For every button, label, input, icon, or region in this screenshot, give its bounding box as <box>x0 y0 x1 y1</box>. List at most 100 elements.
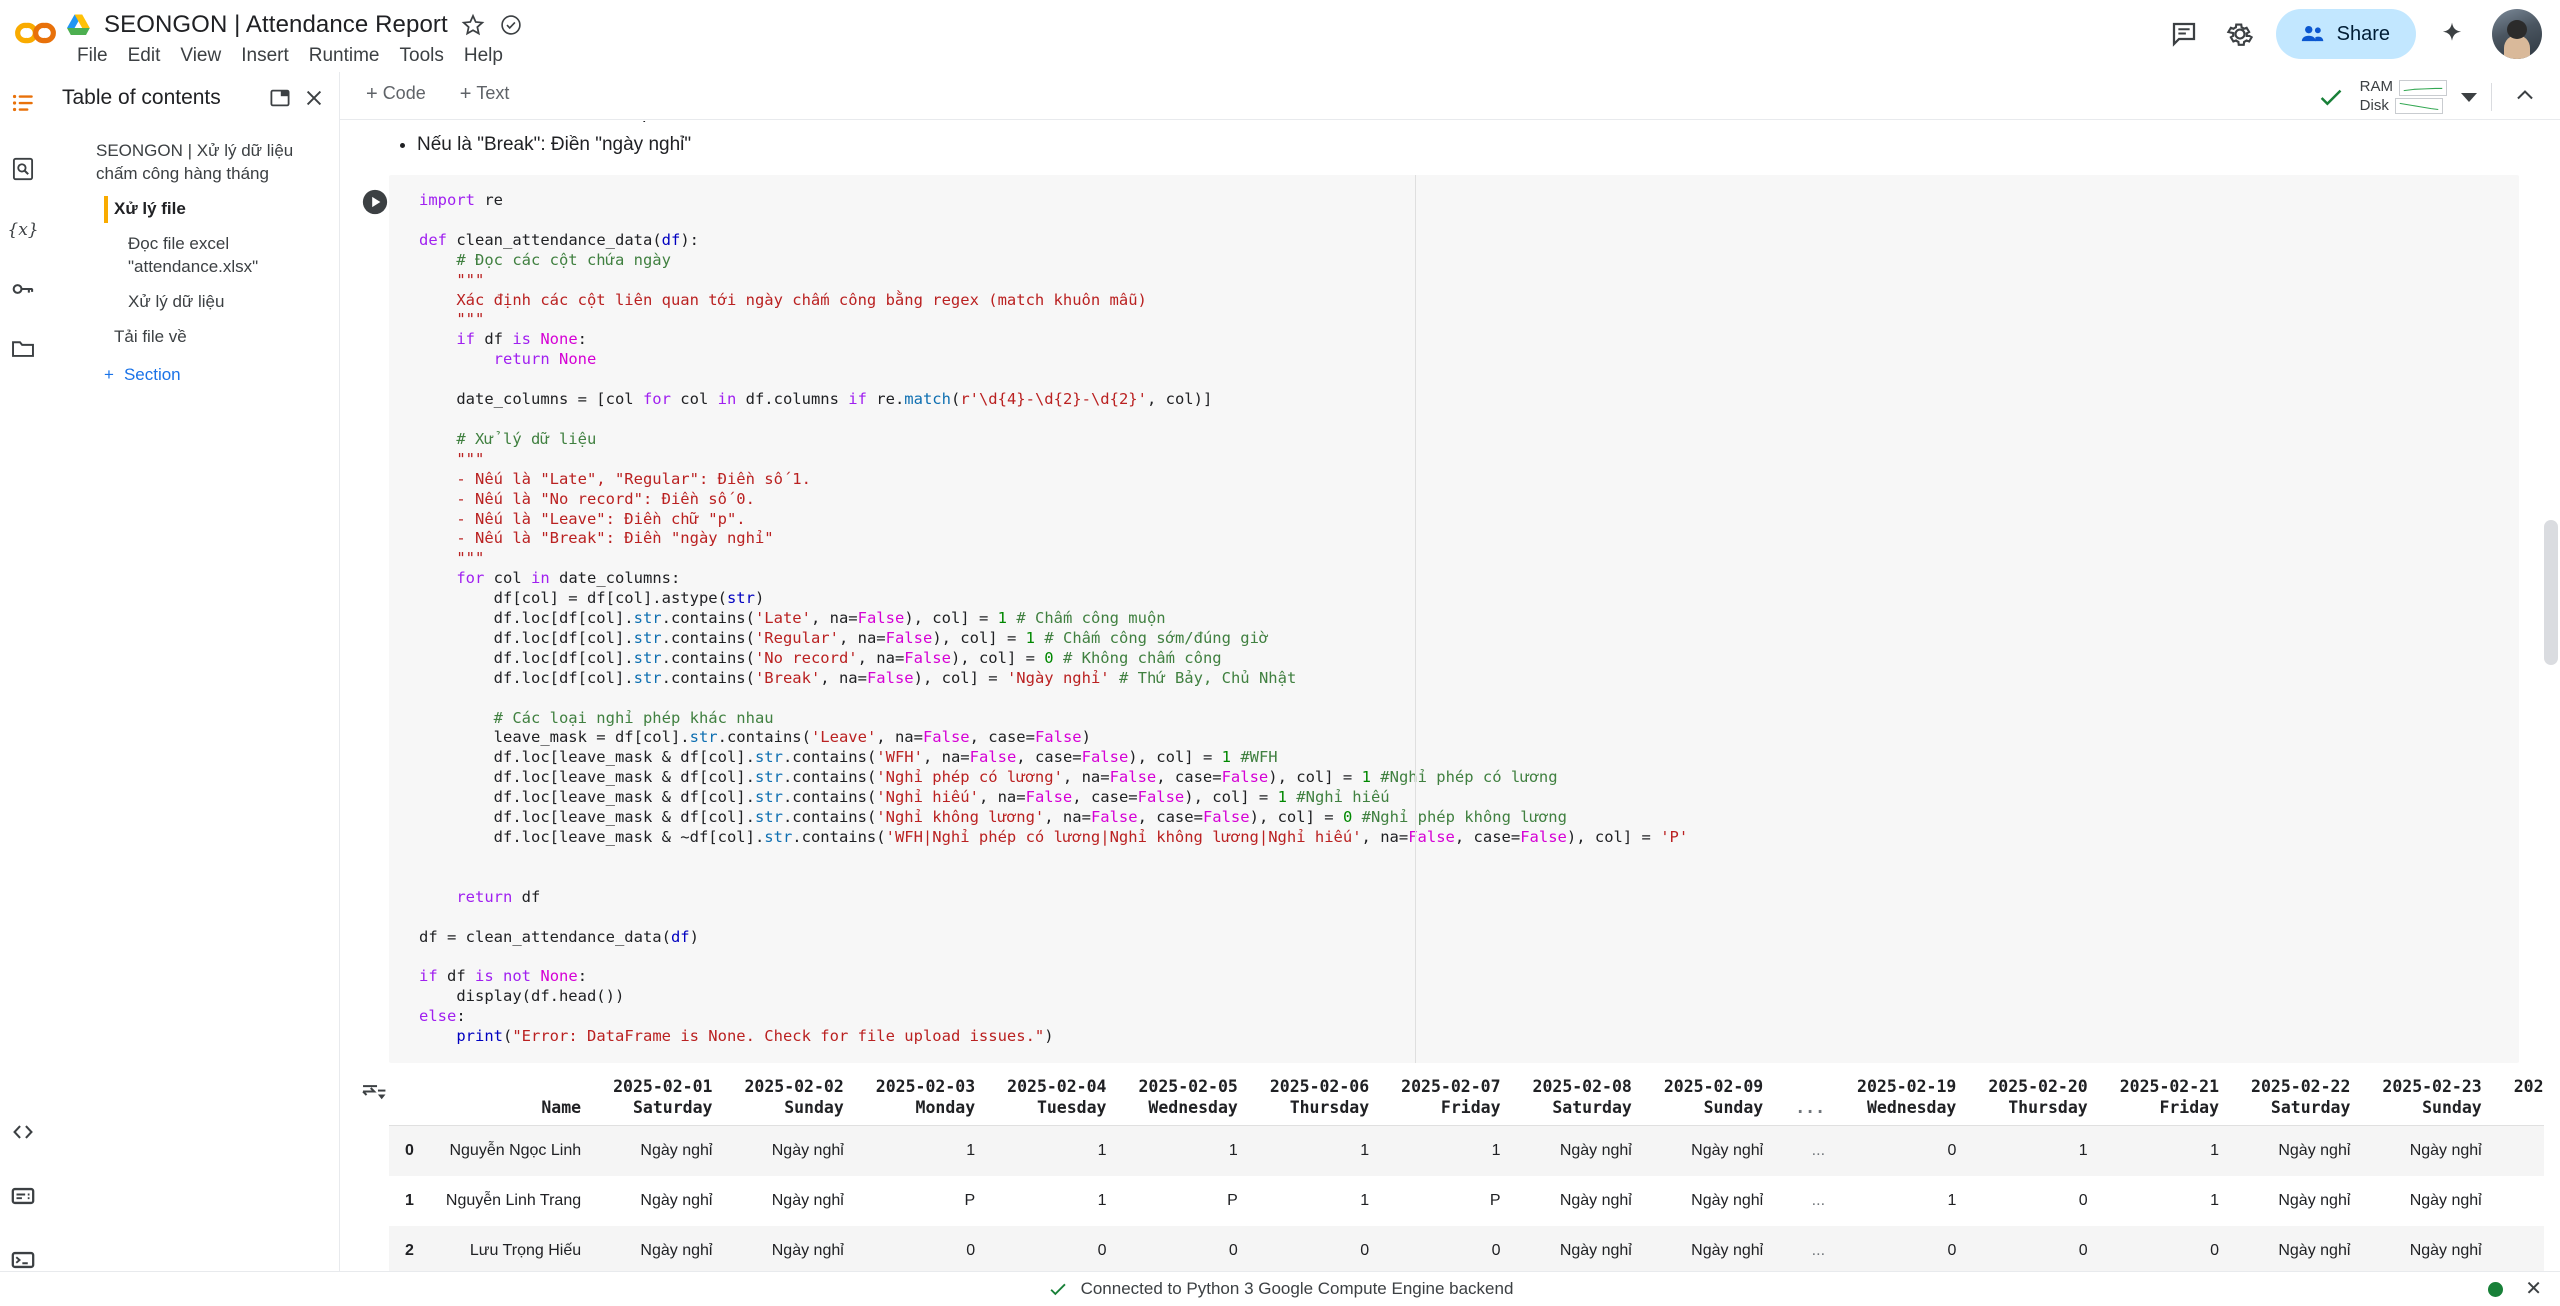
table-cell: P <box>1385 1176 1516 1226</box>
gemini-button[interactable] <box>2426 8 2478 60</box>
table-cell: P <box>860 1176 991 1226</box>
toc-list: SEONGON | Xử lý dữ liệu chấm công hàng t… <box>46 124 339 385</box>
cloud-saved-icon[interactable] <box>498 12 524 38</box>
table-cell: 0 <box>1841 1226 1972 1276</box>
sidebar-item-secrets[interactable] <box>2 268 44 310</box>
variables-icon: {x} <box>9 216 37 242</box>
table-of-contents-panel: Table of contents SEONGON | Xử lý dữ liệ… <box>46 72 340 1305</box>
toc-item-doc-file-excel[interactable]: Đọc file excel "attendance.xlsx" <box>46 227 339 285</box>
table-cell: 1 <box>991 1176 1122 1226</box>
collapse-toolbar-button[interactable] <box>2506 76 2544 119</box>
run-cell-icon <box>361 188 389 216</box>
menu-runtime[interactable]: Runtime <box>300 42 389 70</box>
ram-label: RAM <box>2360 78 2393 97</box>
table-cell: ... <box>1779 1126 1841 1176</box>
svg-text:{x}: {x} <box>9 220 37 240</box>
menu-view[interactable]: View <box>171 42 230 70</box>
table-cell: Ngày nghỉ <box>597 1226 728 1276</box>
top-bar: SEONGON | Attendance Report File Edit Vi… <box>0 0 2560 72</box>
menu-tools[interactable]: Tools <box>391 42 453 70</box>
table-cell: Ngày nghỉ <box>1648 1176 1779 1226</box>
sidebar-item-variables[interactable]: {x} <box>2 208 44 250</box>
command-palette-icon <box>10 1183 36 1209</box>
menu-help[interactable]: Help <box>455 42 512 70</box>
table-cell: 1 <box>1385 1126 1516 1176</box>
table-cell: 1 <box>1841 1176 1972 1226</box>
sidebar-item-code-snippets[interactable] <box>2 1111 44 1153</box>
star-icon[interactable] <box>460 12 486 38</box>
table-header-cell: Name <box>430 1077 597 1126</box>
notebook-content: Nếu là "Leave": Điền chữ "p". Nếu là "Br… <box>341 121 2560 1281</box>
close-icon[interactable]: ✕ <box>2525 1279 2542 1299</box>
table-cell: 0 <box>2104 1226 2235 1276</box>
connection-status[interactable]: Connected to Python 3 Google Compute Eng… <box>1047 1278 1514 1300</box>
table-header-cell: 2025-02-06Thursday <box>1254 1077 1385 1126</box>
menu-file[interactable]: File <box>68 42 117 70</box>
ram-disk-indicator[interactable]: RAM Disk <box>2360 78 2447 116</box>
sidebar-item-command-palette[interactable] <box>2 1175 44 1217</box>
cell-output: Name2025-02-01Saturday2025-02-02Sunday20… <box>389 1077 2560 1281</box>
table-header-cell: 2025-02-23Sunday <box>2366 1077 2497 1126</box>
comment-button[interactable] <box>2158 8 2210 60</box>
vertical-scrollbar-thumb[interactable] <box>2544 520 2558 665</box>
table-cell: 1 <box>860 1126 991 1176</box>
table-cell: 1 <box>1254 1126 1385 1176</box>
menu-insert[interactable]: Insert <box>232 42 298 70</box>
add-section-label: Section <box>124 365 181 385</box>
ram-sparkline <box>2399 80 2447 96</box>
add-code-cell-button[interactable]: + Code <box>358 80 434 107</box>
toc-popout-button[interactable] <box>263 81 297 115</box>
table-cell: Ngày nghỉ <box>597 1176 728 1226</box>
employee-name: Lưu Trọng Hiếu <box>430 1226 597 1276</box>
notebook-toolbar: + Code + Text RAM Disk <box>0 72 2560 120</box>
table-cell: 1 <box>1122 1126 1253 1176</box>
run-cell-button[interactable] <box>360 187 390 217</box>
scrollbar-track <box>2544 121 2560 1281</box>
share-button[interactable]: Share <box>2276 9 2416 59</box>
table-header-cell: 2025-02-21Friday <box>2104 1077 2235 1126</box>
dataframe-tools-button[interactable] <box>360 1081 388 1109</box>
document-title-row: SEONGON | Attendance Report <box>66 9 524 41</box>
colab-logo[interactable] <box>12 12 62 54</box>
table-cell: 0 <box>860 1226 991 1276</box>
toc-item-xu-ly-file[interactable]: Xử lý file <box>46 192 339 227</box>
plus-icon: + <box>366 84 378 104</box>
page-title[interactable]: SEONGON | Attendance Report <box>104 11 448 39</box>
menu-edit[interactable]: Edit <box>119 42 170 70</box>
sidebar-item-files[interactable] <box>2 328 44 370</box>
gear-icon <box>2225 19 2255 49</box>
table-cell: Ngày nghỉ <box>2235 1176 2366 1226</box>
row-index: 2 <box>389 1226 430 1276</box>
drive-icon <box>66 13 92 37</box>
add-text-cell-button[interactable]: + Text <box>452 80 518 107</box>
add-text-label: Text <box>476 83 509 104</box>
dataframe-tools-icon <box>360 1081 388 1109</box>
dataframe-scroll-area[interactable]: Name2025-02-01Saturday2025-02-02Sunday20… <box>389 1077 2560 1281</box>
settings-button[interactable] <box>2214 8 2266 60</box>
sidebar-item-toc[interactable] <box>2 82 44 124</box>
chevron-up-icon <box>2512 82 2538 108</box>
code-cell[interactable]: import re def clean_attendance_data(df):… <box>389 175 2519 1063</box>
green-status-dot[interactable] <box>2488 1282 2503 1297</box>
table-cell: Ngày nghỉ <box>2366 1126 2497 1176</box>
toc-close-button[interactable] <box>297 81 331 115</box>
top-right-actions: Share <box>2158 8 2542 60</box>
terminal-icon <box>10 1247 36 1273</box>
row-index: 1 <box>389 1176 430 1226</box>
table-cell: Ngày nghỉ <box>728 1176 859 1226</box>
toc-item-tai-file-ve[interactable]: Tải file về <box>46 320 339 355</box>
markdown-cell[interactable]: Nếu là "Leave": Điền chữ "p". Nếu là "Br… <box>341 121 2560 159</box>
dataframe-table: Name2025-02-01Saturday2025-02-02Sunday20… <box>389 1077 2560 1281</box>
find-replace-icon <box>10 156 36 182</box>
toc-item-xu-ly-du-lieu[interactable]: Xử lý dữ liệu <box>46 285 339 320</box>
table-cell: Ngày nghỉ <box>1517 1176 1648 1226</box>
chevron-down-icon[interactable] <box>2461 93 2477 102</box>
table-header-cell: 2025-02-08Saturday <box>1517 1077 1648 1126</box>
code-editor[interactable]: import re def clean_attendance_data(df):… <box>389 175 2519 1063</box>
sidebar-item-find[interactable] <box>2 148 44 190</box>
add-section-button[interactable]: + Section <box>46 355 339 385</box>
avatar[interactable] <box>2492 9 2542 59</box>
table-of-contents-icon <box>10 90 36 116</box>
toc-item-root[interactable]: SEONGON | Xử lý dữ liệu chấm công hàng t… <box>46 134 339 192</box>
table-header-cell <box>389 1077 430 1126</box>
